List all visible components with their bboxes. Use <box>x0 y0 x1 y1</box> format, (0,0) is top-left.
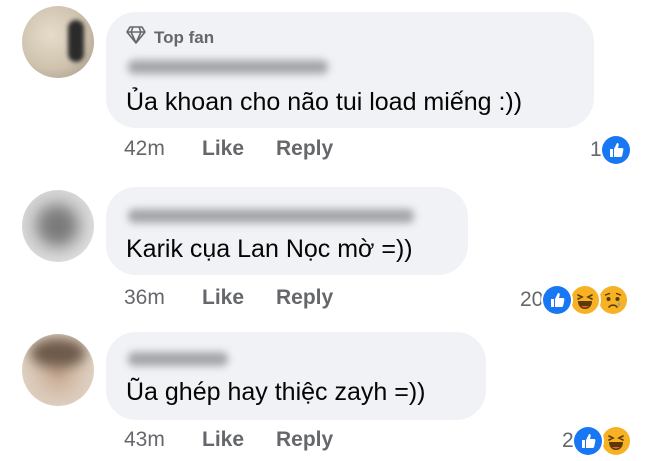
reaction-count: 20 <box>520 288 544 311</box>
reactions-summary[interactable]: 1 <box>590 134 632 166</box>
avatar[interactable] <box>22 190 94 262</box>
comment-bubble: Top fan Ủa khoan cho não tui load miếng … <box>106 12 594 128</box>
diamond-icon <box>126 26 146 49</box>
timestamp[interactable]: 42m <box>124 137 202 161</box>
like-icon <box>541 284 574 316</box>
comment-bubble: Karik cụa Lan Nọc mờ =)) <box>106 187 468 275</box>
avatar-detail <box>30 338 86 368</box>
top-fan-badge: Top fan <box>126 26 214 49</box>
haha-icon <box>569 284 602 316</box>
author-name[interactable] <box>128 60 328 74</box>
like-button[interactable]: Like <box>202 137 276 161</box>
badge-label: Top fan <box>154 27 215 47</box>
comment-2: Karik cụa Lan Nọc mờ =)) 36m Like Reply … <box>0 170 660 320</box>
timestamp[interactable]: 43m <box>124 428 202 452</box>
comment-3: Ũa ghép hay thiệc zayh =)) 43m Like Repl… <box>0 320 660 461</box>
comment-text: Ủa khoan cho não tui load miếng :)) <box>126 88 523 116</box>
comment-bubble: Ũa ghép hay thiệc zayh =)) <box>106 332 486 420</box>
timestamp[interactable]: 36m <box>124 286 202 310</box>
sad-icon <box>597 284 630 316</box>
avatar[interactable] <box>22 334 94 406</box>
reply-button[interactable]: Reply <box>276 286 333 310</box>
reply-button[interactable]: Reply <box>276 428 333 452</box>
avatar[interactable] <box>22 6 94 78</box>
comment-actions: 42m Like Reply <box>124 137 333 161</box>
reactions-summary[interactable]: 20 <box>520 284 630 316</box>
like-icon <box>571 425 604 457</box>
avatar-detail <box>68 20 84 62</box>
haha-icon <box>599 425 632 457</box>
like-button[interactable]: Like <box>202 428 276 452</box>
reactions-summary[interactable]: 2 <box>562 425 632 457</box>
like-button[interactable]: Like <box>202 286 276 310</box>
reply-button[interactable]: Reply <box>276 137 333 161</box>
comment-actions: 36m Like Reply <box>124 286 333 310</box>
author-name[interactable] <box>128 352 228 366</box>
avatar-detail <box>38 206 78 246</box>
comment-text: Ũa ghép hay thiệc zayh =)) <box>126 378 426 406</box>
comment-text: Karik cụa Lan Nọc mờ =)) <box>126 235 413 263</box>
author-name[interactable] <box>128 209 414 223</box>
comment-1: Top fan Ủa khoan cho não tui load miếng … <box>0 0 660 170</box>
like-icon <box>599 134 632 166</box>
comment-actions: 43m Like Reply <box>124 428 333 452</box>
